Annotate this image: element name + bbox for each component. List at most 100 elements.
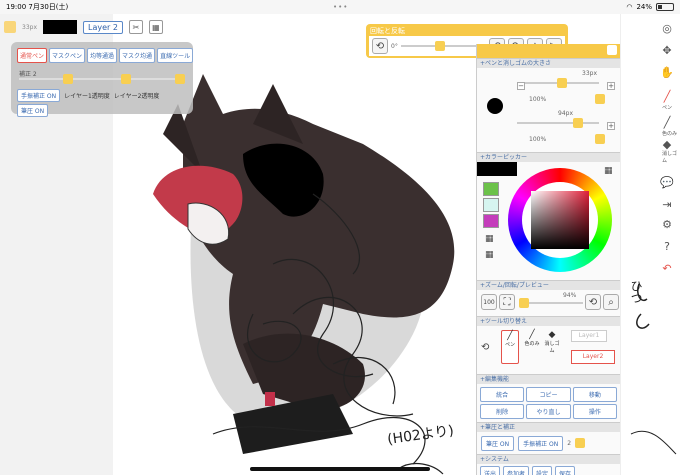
settings-button[interactable]: 設定 bbox=[532, 465, 553, 475]
redo-button[interactable]: やり直し bbox=[526, 404, 571, 419]
zoom-value: 94% bbox=[563, 292, 577, 299]
zoom-rotate-icon[interactable]: ⟲ bbox=[585, 294, 601, 310]
pen-label: ペン bbox=[662, 105, 673, 111]
correction-knob[interactable] bbox=[63, 74, 73, 84]
pressure-section: 筆圧 ON 手振補正 ON 2 bbox=[477, 432, 620, 454]
eraser-tool-button[interactable]: ◆ 消しゴム bbox=[543, 330, 561, 364]
layer2-button[interactable]: Layer2 bbox=[571, 350, 615, 364]
rotate-reset-icon[interactable]: ⟲ bbox=[372, 38, 388, 54]
color-wheel[interactable] bbox=[508, 168, 612, 272]
rotate-slider[interactable] bbox=[400, 41, 486, 51]
participants-button[interactable]: 参加者 bbox=[503, 465, 530, 475]
pen-opacity-value: 100% bbox=[529, 96, 547, 103]
pen-icon[interactable]: ╱ bbox=[660, 90, 674, 104]
dropper-icon[interactable]: ╱ bbox=[660, 116, 674, 130]
tab-uniform-pass[interactable]: 均等通過 bbox=[87, 48, 118, 63]
copy-button[interactable]: コピー bbox=[526, 387, 571, 402]
saturation-square[interactable] bbox=[531, 191, 589, 249]
color-only-tool-label: 色のみ bbox=[524, 341, 540, 347]
top-toolbar: 33px Layer 2 ✂ ▦ bbox=[4, 20, 163, 34]
pen-size-knob[interactable] bbox=[557, 78, 567, 88]
system-title: +システム bbox=[477, 454, 620, 464]
operation-button[interactable]: 操作 bbox=[572, 404, 617, 419]
brush-row-2: 手振補正 ON レイヤー1透明度 レイヤー2透明度 bbox=[17, 89, 187, 102]
multitask-dots[interactable]: ••• bbox=[333, 3, 348, 11]
pen-size-plus[interactable]: + bbox=[607, 82, 615, 90]
palette-icon[interactable]: ▦ bbox=[485, 234, 497, 246]
tab-mask-pen[interactable]: マスクペン bbox=[49, 48, 86, 63]
delete-button[interactable]: 削除 bbox=[480, 404, 525, 419]
edit-title: +編集機能 bbox=[477, 374, 620, 384]
correction-panel-knob[interactable] bbox=[575, 438, 586, 448]
eraser-size-row: 94px bbox=[517, 110, 613, 128]
merge-button[interactable]: 統合 bbox=[480, 387, 525, 402]
picker-mode-icon[interactable]: ▦ bbox=[604, 166, 616, 178]
brush-panel: 通常ペン マスクペン 均等通過 マスク均通 直線ツール 補正 2 手振補正 ON… bbox=[11, 42, 194, 117]
color-only-tool-button[interactable]: ╱ 色のみ bbox=[523, 330, 541, 364]
hand-correction-button[interactable]: 手振補正 ON bbox=[17, 89, 61, 102]
strip-vertical-text: ひつ bbox=[629, 280, 643, 304]
pen-opacity-knob[interactable] bbox=[595, 94, 605, 104]
system-section: 送出 参加者 設定 保存 bbox=[477, 464, 620, 475]
tab-mask-uniform[interactable]: マスク均通 bbox=[119, 48, 156, 63]
tab-normal-pen[interactable]: 通常ペン bbox=[17, 48, 48, 63]
tool-panel: +ペンと消しゴムの大きさ 33px − + 100% 94px + 100% +… bbox=[476, 44, 620, 475]
hand-icon[interactable]: ✋ bbox=[660, 66, 674, 80]
eraser-opacity-value: 100% bbox=[529, 136, 547, 143]
move-button[interactable]: 移動 bbox=[572, 387, 617, 402]
pen-eraser-section: 33px − + 100% 94px + 100% bbox=[477, 68, 620, 152]
swatch-mint[interactable] bbox=[483, 198, 499, 212]
undo-icon[interactable]: ↶ bbox=[660, 262, 674, 276]
tool-refresh-icon[interactable]: ⟲ bbox=[481, 342, 489, 353]
battery-icon bbox=[656, 3, 674, 11]
brush-tabs: 通常ペン マスクペン 均等通過 マスク均通 直線ツール bbox=[17, 48, 194, 63]
brush-preview-dot bbox=[487, 98, 503, 114]
eraser-opacity-knob[interactable] bbox=[595, 134, 605, 144]
zoom-knob[interactable] bbox=[519, 298, 529, 308]
pressure-on-button[interactable]: 筆圧 ON bbox=[481, 435, 515, 451]
hand-correction-on-button[interactable]: 手振補正 ON bbox=[518, 435, 564, 451]
save-button[interactable]: 保存 bbox=[555, 465, 576, 475]
fit-icon[interactable]: ⛶ bbox=[499, 294, 515, 310]
settings-icon[interactable]: ⚙ bbox=[660, 218, 674, 232]
tools-icon[interactable]: ✂ bbox=[128, 20, 143, 34]
move-icon[interactable]: ✥ bbox=[660, 44, 674, 58]
correction-track[interactable] bbox=[19, 78, 185, 80]
eraser-size-knob[interactable] bbox=[573, 118, 583, 128]
palette-icon-2[interactable]: ▦ bbox=[485, 250, 497, 262]
tab-line-tool[interactable]: 直線ツール bbox=[157, 48, 194, 63]
layer1-button[interactable]: Layer1 bbox=[571, 330, 607, 342]
pen-size-value: 33px bbox=[582, 70, 597, 77]
eraser-size-plus[interactable]: + bbox=[607, 122, 615, 130]
pen-size-minus[interactable]: − bbox=[517, 82, 525, 90]
eraser-size-track[interactable] bbox=[517, 122, 599, 124]
zoom-search-icon[interactable]: ⌕ bbox=[603, 294, 619, 310]
grid-icon[interactable]: ▦ bbox=[148, 20, 163, 34]
current-color-black[interactable] bbox=[477, 162, 517, 176]
edit-section: 統合 コピー 移動 削除 やり直し 操作 bbox=[477, 384, 620, 422]
swatch-green[interactable] bbox=[483, 182, 499, 196]
layer2-opacity-knob[interactable] bbox=[175, 74, 185, 84]
export-icon[interactable]: ⇥ bbox=[660, 198, 674, 212]
panel-close-icon[interactable] bbox=[607, 45, 617, 55]
pressure-button[interactable]: 筆圧 ON bbox=[17, 104, 49, 117]
send-button[interactable]: 送出 bbox=[480, 465, 501, 475]
home-indicator[interactable] bbox=[250, 467, 430, 471]
strip-squiggle-2 bbox=[636, 313, 650, 329]
rotate-knob[interactable] bbox=[434, 41, 445, 51]
help-icon[interactable]: ? bbox=[660, 240, 674, 254]
chat-icon[interactable]: 💬 bbox=[660, 176, 674, 190]
current-color-swatch[interactable] bbox=[4, 21, 16, 33]
pen-eraser-title: +ペンと消しゴムの大きさ bbox=[477, 58, 620, 68]
color-wheel-icon[interactable]: ◎ bbox=[660, 22, 674, 36]
wifi-icon: ◠ bbox=[626, 3, 633, 11]
correction-slider-row: 補正 2 bbox=[17, 69, 187, 87]
black-color-button[interactable] bbox=[43, 20, 77, 34]
layer1-opacity-knob[interactable] bbox=[121, 74, 131, 84]
pen-tool-button[interactable]: ╱ ペン bbox=[501, 330, 519, 364]
swatch-magenta[interactable] bbox=[483, 214, 499, 228]
status-time: 19:00 7月30日(土) bbox=[6, 3, 69, 11]
layer-button[interactable]: Layer 2 bbox=[83, 20, 123, 34]
zoom-100-button[interactable]: 100 bbox=[481, 294, 497, 310]
rotate-angle: 0° bbox=[391, 42, 398, 50]
